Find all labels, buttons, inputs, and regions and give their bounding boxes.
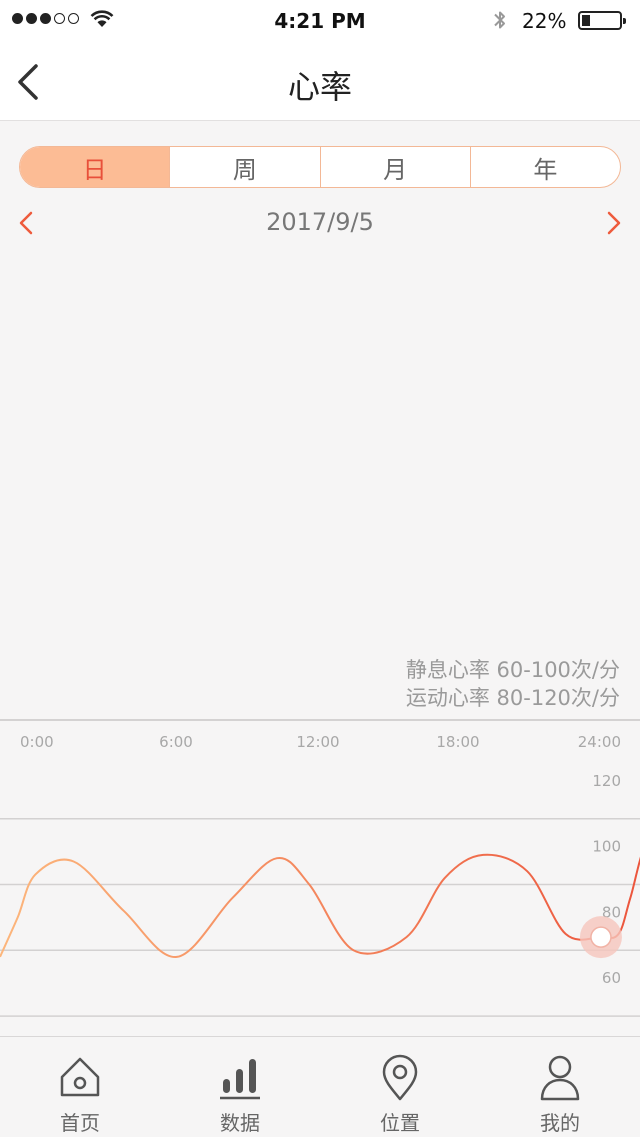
battery-percentage: 22% (522, 9, 567, 33)
tab-profile[interactable]: 我的 (480, 1037, 640, 1137)
selected-point[interactable] (590, 926, 612, 948)
tab-profile-label: 我的 (540, 1111, 580, 1135)
navigation-bar: 心率 (0, 40, 640, 121)
tab-home-label: 首页 (60, 1111, 100, 1135)
tab-home[interactable]: 首页 (0, 1037, 160, 1137)
tab-location-label: 位置 (380, 1111, 420, 1135)
x-tick-label: 0:00 (20, 733, 54, 751)
tab-month[interactable]: 月 (319, 147, 470, 187)
exercise-heart-rate-range: 运动心率 80-120次/分 (405, 686, 620, 710)
y-tick-label: 120 (592, 772, 621, 790)
x-tick-label: 18:00 (436, 733, 479, 751)
x-tick-label: 6:00 (159, 733, 193, 751)
resting-heart-rate-range: 静息心率 60-100次/分 (405, 658, 620, 682)
x-tick-label: 12:00 (296, 733, 339, 751)
y-tick-label: 100 (592, 838, 621, 856)
page-title: 心率 (287, 68, 352, 106)
period-segmented-control: 日 周 月 年 (19, 146, 621, 188)
tab-week[interactable]: 周 (169, 147, 319, 187)
bottom-tab-bar: 首页 数据 位置 我的 (0, 1036, 640, 1137)
tab-data[interactable]: 数据 (160, 1037, 320, 1137)
tab-data-label: 数据 (220, 1111, 260, 1135)
next-date-button[interactable] (602, 208, 626, 238)
date-navigator: 2017/9/5 (0, 200, 640, 246)
status-bar: 4:21 PM 22% (0, 0, 640, 40)
heart-rate-legend: 静息心率 60-100次/分 运动心率 80-120次/分 (406, 656, 620, 712)
user-icon (540, 1055, 580, 1101)
home-icon (60, 1057, 100, 1097)
tab-year[interactable]: 年 (469, 147, 620, 187)
heart-rate-chart[interactable]: 0:00 6:00 12:00 18:00 24:00 1201008060 (0, 712, 640, 1042)
location-pin-icon (382, 1054, 418, 1101)
tab-location[interactable]: 位置 (320, 1037, 480, 1137)
current-date: 2017/9/5 (266, 208, 374, 236)
battery-icon (578, 11, 626, 30)
tab-day[interactable]: 日 (20, 147, 170, 187)
chevron-right-icon (607, 211, 621, 235)
bar-chart-icon (220, 1059, 260, 1100)
x-tick-label: 24:00 (578, 733, 621, 751)
y-tick-label: 60 (602, 969, 621, 987)
bluetooth-icon (494, 11, 505, 29)
